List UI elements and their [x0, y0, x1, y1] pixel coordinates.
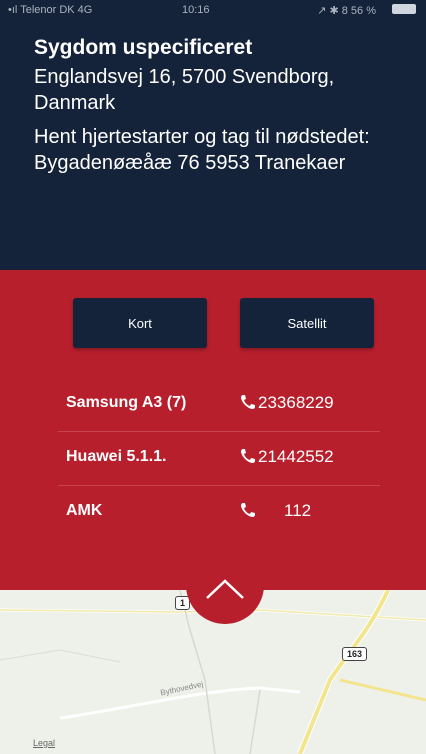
contact-row[interactable]: Huawei 5.1.1. 21442552: [58, 432, 380, 486]
contact-number[interactable]: 23368229: [258, 393, 334, 413]
contact-name: AMK: [66, 502, 103, 519]
alert-panel: Sygdom uspecificeret Englandsvej 16, 570…: [0, 22, 426, 270]
road-badge: 163: [342, 647, 368, 661]
legal-link[interactable]: Legal: [33, 738, 55, 748]
contact-number[interactable]: 112: [284, 501, 311, 521]
satellite-view-button[interactable]: Satellit: [240, 298, 374, 348]
phone-icon[interactable]: [240, 448, 256, 464]
chevron-up-icon: [206, 579, 244, 599]
map-view-button[interactable]: Kort: [73, 298, 207, 348]
emergency-address: Englandsvej 16, 5700 Svendborg, Danmark: [34, 66, 335, 114]
status-indicators: ↗ ✱ 8 56 %: [317, 5, 376, 17]
phone-icon[interactable]: [240, 502, 256, 518]
carrier-text: •ıl Telenor DK 4G: [8, 4, 93, 16]
clock-text: 10:16: [182, 4, 210, 16]
contact-row[interactable]: AMK 112: [58, 486, 380, 539]
emergency-title: Sygdom uspecificeret: [34, 36, 253, 59]
emergency-instructions: Hent hjertestarter og tag til nødstedet:…: [34, 126, 370, 174]
contacts-panel: Kort Satellit Samsung A3 (7) 23368229 Hu…: [0, 270, 426, 590]
contact-number[interactable]: 21442552: [258, 447, 334, 467]
status-bar: •ıl Telenor DK 4G 10:16 ↗ ✱ 8 56 %: [0, 0, 426, 22]
battery-icon: [392, 4, 416, 14]
contact-name: Huawei 5.1.1.: [66, 448, 167, 465]
contact-list: Samsung A3 (7) 23368229 Huawei 5.1.1. 21…: [58, 378, 380, 539]
contact-name: Samsung A3 (7): [66, 394, 187, 411]
phone-icon[interactable]: [240, 394, 256, 410]
contact-row[interactable]: Samsung A3 (7) 23368229: [58, 378, 380, 432]
